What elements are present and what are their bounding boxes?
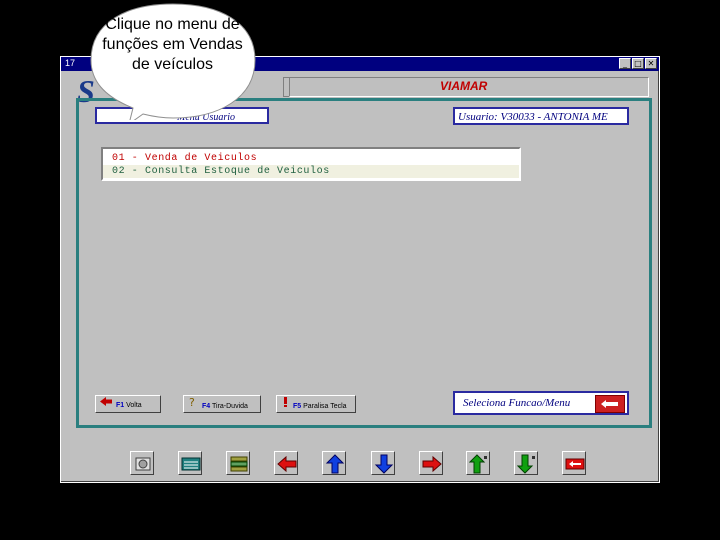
stack-icon <box>230 456 248 472</box>
select-function-field: Seleciona Funcao/Menu <box>453 391 629 415</box>
exclamation-icon <box>281 396 289 416</box>
f1-label: Volta <box>126 401 142 409</box>
page-up-button[interactable] <box>466 451 490 475</box>
company-bar: VIAMAR <box>289 77 649 97</box>
function-menu: 01 - Venda de Veiculos 02 - Consulta Est… <box>101 147 521 181</box>
page-down-icon <box>517 454 535 474</box>
enter-icon <box>601 400 618 408</box>
f5-pause-button[interactable]: F5 Paralisa Tecla <box>276 395 356 413</box>
left-button[interactable] <box>274 451 298 475</box>
arrow-down-icon <box>374 454 394 474</box>
right-button[interactable] <box>419 451 443 475</box>
svg-text:?: ? <box>189 396 195 408</box>
menu-item-consulta-estoque[interactable]: 02 - Consulta Estoque de Veiculos <box>103 165 519 178</box>
window-title: 17 <box>65 58 76 68</box>
f1-key: F1 <box>116 401 125 409</box>
f1-back-button[interactable]: F1 Volta <box>95 395 161 413</box>
enter-button[interactable] <box>595 395 625 413</box>
app-window: 17 _ □ ✕ S VIAMAR Menu Usuario Usuario: … <box>60 56 660 483</box>
f4-help-button[interactable]: ? F4 Tira-Duvida <box>183 395 261 413</box>
minimize-button[interactable]: _ <box>619 58 631 69</box>
maximize-button[interactable]: □ <box>632 58 644 69</box>
up-button[interactable] <box>322 451 346 475</box>
window-controls: _ □ ✕ <box>619 58 657 69</box>
f4-label: Tira-Duvida <box>212 402 248 410</box>
down-button[interactable] <box>371 451 395 475</box>
arrow-left-icon <box>277 455 297 473</box>
stack-button[interactable] <box>226 451 250 475</box>
enter-key-button[interactable] <box>562 451 586 475</box>
select-function-label: Seleciona Funcao/Menu <box>463 397 571 409</box>
question-icon: ? <box>188 396 198 416</box>
company-name: VIAMAR <box>440 79 488 93</box>
keyboard-icon <box>181 457 201 471</box>
close-button[interactable]: ✕ <box>645 58 657 69</box>
menu-item-venda-veiculos[interactable]: 01 - Venda de Veiculos <box>103 152 519 165</box>
f5-label: Paralisa Tecla <box>303 402 347 410</box>
f4-key: F4 <box>202 402 211 410</box>
calculator-icon <box>135 457 151 471</box>
f5-key: F5 <box>293 402 302 410</box>
arrow-up-icon <box>325 454 345 474</box>
arrow-right-icon <box>422 455 442 473</box>
keyboard-button[interactable] <box>178 451 202 475</box>
callout-text: Clique no menu de funções em Vendas de v… <box>102 16 243 73</box>
arrow-left-icon <box>100 396 112 414</box>
user-field: Usuario: V30033 - ANTONIA ME <box>453 107 629 125</box>
calculator-button[interactable] <box>130 451 154 475</box>
enter-icon <box>565 458 585 470</box>
page-down-button[interactable] <box>514 451 538 475</box>
page-up-icon <box>469 454 487 474</box>
